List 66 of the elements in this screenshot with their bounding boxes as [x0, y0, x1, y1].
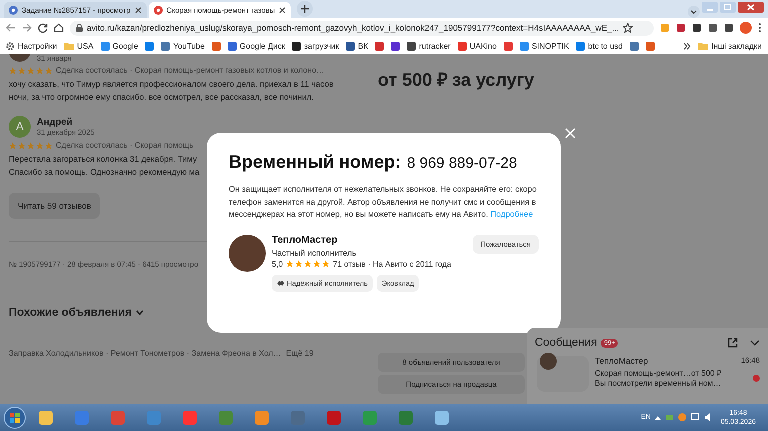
seller-avatar [540, 353, 557, 370]
review-text: хочу сказать, что Тимур является профессионалом своего дела. приехал в 11 часов ночи, за что огромное ему спасибо. все осмотрел, все рассказал, все починил. [9, 78, 334, 104]
site-icon [458, 42, 467, 50]
back-arrow-icon[interactable] [6, 23, 16, 33]
chat-subject: Скорая помощь-ремонт…от 500 ₽ [595, 368, 724, 378]
bookmark-link[interactable]: SINOPTIK [520, 42, 570, 50]
seller-avatar [229, 234, 266, 272]
bookmark-link[interactable]: Google [100, 42, 138, 50]
new-tab-button[interactable] [297, 1, 314, 17]
bookmark-link[interactable]: Настройки [6, 42, 58, 50]
close-icon[interactable] [279, 6, 286, 14]
deal-info: Сделка состоялась · Скорая помощь-ремонт газовых котлов и колоно… [56, 66, 325, 75]
panel-title: Сообщения [535, 337, 598, 349]
reload-icon[interactable] [38, 23, 48, 33]
site-icon [292, 42, 302, 50]
modal-title: Временный номер: [229, 152, 402, 173]
home-icon[interactable] [54, 23, 64, 33]
section-heading: Похожие объявления [9, 307, 132, 319]
site-icon [346, 42, 356, 50]
chat-name: ТеплоМастер [595, 356, 650, 366]
bookmark-link[interactable]: ВК [346, 42, 368, 50]
bookmark-link[interactable]: btc to usd [576, 42, 623, 50]
price: от 500 ₽ за услугу [378, 69, 536, 91]
reviewer-name: Андрей [37, 117, 74, 128]
bookmark-link[interactable]: YouTube [161, 42, 205, 50]
favicon-icon [9, 6, 18, 14]
bookmark-link[interactable]: загрузчик [292, 42, 340, 50]
seller-reviews[interactable]: 71 отзыв · На Авито с 2011 года [333, 260, 452, 268]
bookmark-link[interactable]: Google Диск [228, 42, 286, 50]
review-text: Перестала загораться колонка 31 декабря. Тиму Спасибо за помощь. Однозначно рекомендую ма [9, 153, 200, 179]
lock-icon [76, 24, 83, 32]
bookmark-link[interactable]: USA [64, 42, 94, 50]
tray-arrow-icon[interactable] [654, 416, 661, 420]
read-reviews-button[interactable]: Читать 59 отзывов [9, 193, 100, 219]
seller-name[interactable]: ТеплоМастер [272, 234, 467, 246]
menu-icon[interactable] [758, 23, 762, 33]
gear-icon [6, 42, 15, 50]
plus-icon [301, 5, 310, 13]
seller-type: Частный исполнитель [272, 248, 358, 258]
chevron-down-icon[interactable] [750, 340, 760, 346]
phone-number: 8 969 889-07-28 [407, 155, 518, 172]
more-chevrons-icon[interactable] [684, 42, 692, 50]
chevron-down-icon[interactable] [136, 310, 144, 316]
star-icon[interactable] [623, 23, 634, 33]
modal-description: Он защищает исполнителя от нежелательных звонков. Не сохраняйте его: скоро телефон заменится на другой. Автор объявления не получит смс и сообщения в мессенджерах на этот номер, но вы можете написать ему на Авито. Подробнее [229, 184, 538, 221]
similar-tags: Заправка Холодильников · Ремонт Тонометров · Замена Фреона в Хол… [9, 349, 282, 358]
profile-avatar-icon[interactable] [740, 22, 752, 34]
bookmark-folder[interactable]: Інші закладки [698, 42, 762, 50]
external-link-icon[interactable] [728, 338, 738, 348]
site-icon [100, 42, 110, 50]
chat-preview: Вы посмотрели временный ном… [595, 379, 722, 388]
speaker-icon[interactable] [704, 413, 713, 422]
address-bar[interactable]: avito.ru/kazan/predlozheniya_uslug/skoraya_pomosch-remont_gazovyh_kotlov_i_kolonok247_1905799177?context=H4sIAAAAAAAA_wE_... [70, 20, 654, 36]
user-avatar: А [9, 116, 31, 138]
favicon-icon [154, 6, 163, 14]
bookmark-link[interactable]: UAKino [458, 42, 497, 50]
site-icon [576, 42, 586, 50]
close-icon[interactable] [134, 6, 142, 14]
forward-arrow-icon[interactable] [22, 23, 32, 33]
seller-rating: 5,0 [272, 260, 284, 268]
close-icon[interactable] [738, 2, 764, 13]
deal-info: Сделка состоялась · Скорая помощь [56, 141, 194, 150]
handshake-icon [277, 280, 285, 286]
tab-search-icon[interactable] [688, 6, 700, 18]
bookmark-link[interactable]: rutracker [407, 42, 451, 50]
start-button-icon[interactable] [4, 406, 26, 428]
